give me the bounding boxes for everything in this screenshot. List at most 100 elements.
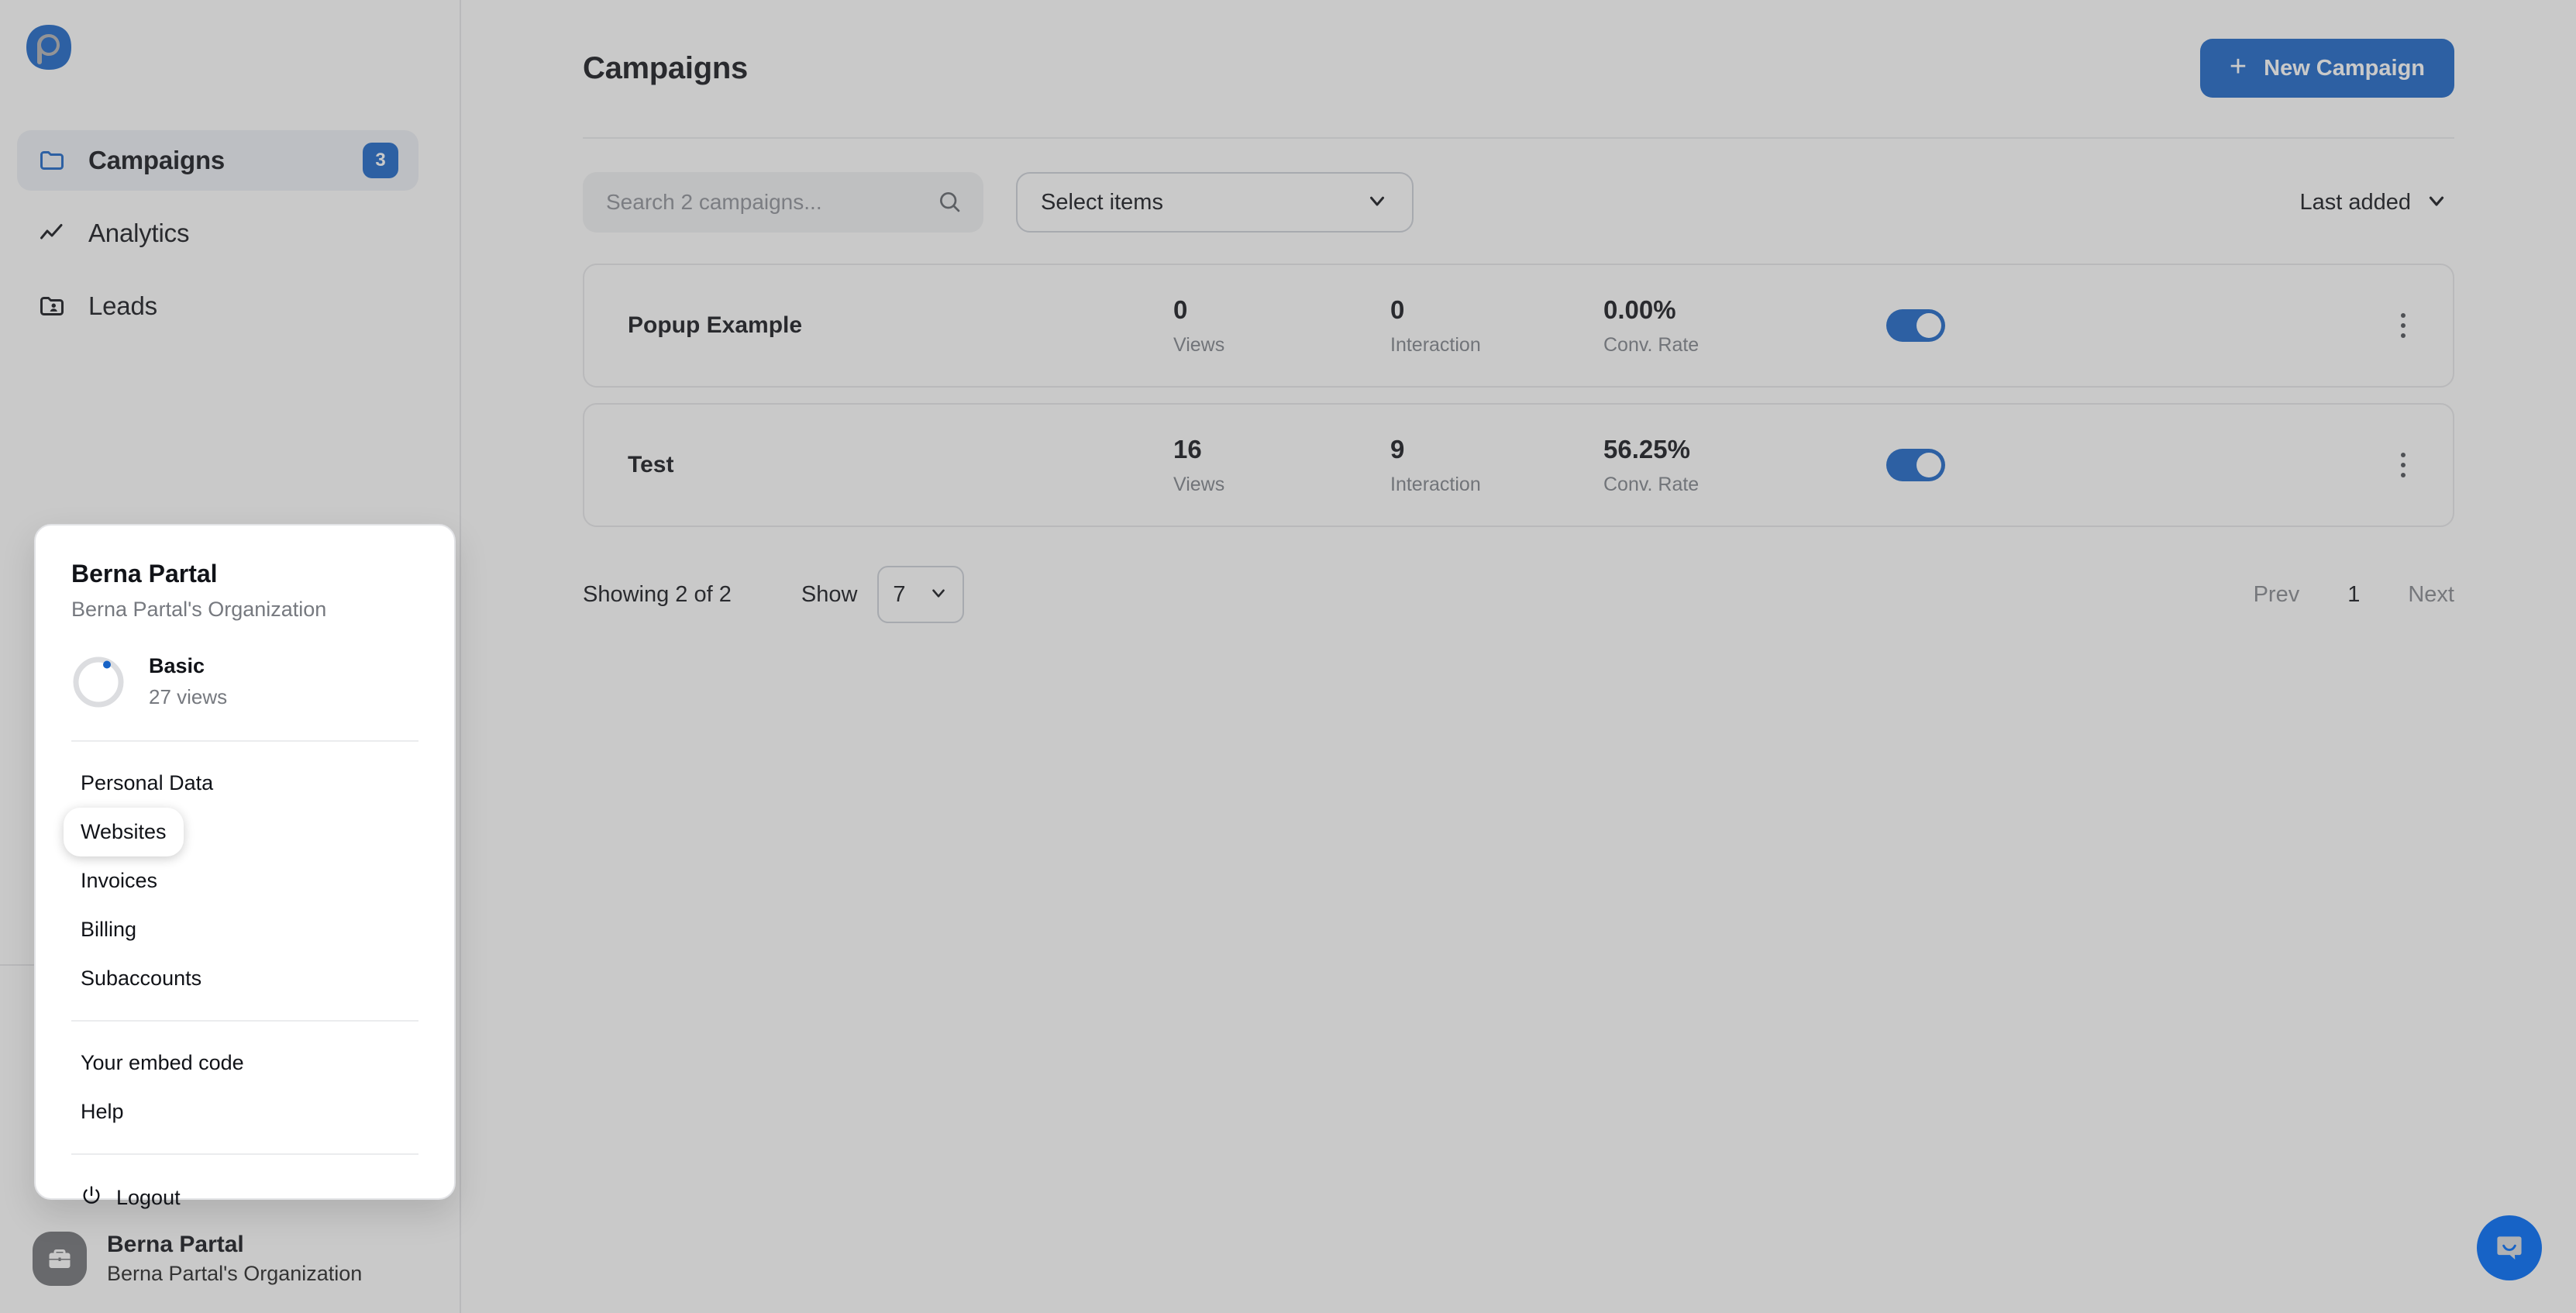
metric-label: Views	[1173, 473, 1225, 495]
briefcase-icon	[33, 1232, 87, 1286]
new-campaign-label: New Campaign	[2264, 55, 2425, 81]
table-row[interactable]: Popup Example 0 Views 0 Interaction 0.00…	[583, 264, 2454, 388]
folder-icon	[37, 146, 67, 175]
kebab-menu-icon[interactable]	[2385, 307, 2422, 344]
plan-name: Basic	[149, 654, 205, 677]
table-row[interactable]: Test 16 Views 9 Interaction 56.25% Conv.…	[583, 403, 2454, 527]
app-logo-icon[interactable]	[25, 23, 73, 71]
user-menu-plan: Basic 27 views	[71, 654, 418, 709]
next-page-button[interactable]: Next	[2408, 582, 2454, 608]
page-size-select[interactable]: 7	[877, 566, 965, 623]
menu-item-websites[interactable]: Websites	[64, 808, 184, 856]
page-header: Campaigns + New Campaign	[583, 39, 2454, 98]
metric-label: Conv. Rate	[1603, 473, 1700, 495]
user-menu-group-two: Your embed code Help	[71, 1022, 418, 1136]
page-size-value: 7	[893, 581, 906, 607]
metric-value: 9	[1390, 434, 1405, 464]
showing-count: Showing 2 of 2	[583, 581, 732, 607]
campaign-list: Popup Example 0 Views 0 Interaction 0.00…	[583, 264, 2454, 543]
menu-row: Websites	[64, 808, 418, 856]
campaign-name: Test	[628, 452, 674, 477]
sort-dropdown[interactable]: Last added	[2299, 189, 2454, 216]
user-menu-group-one: Personal Data Websites Invoices Billing …	[64, 742, 418, 1003]
show-label: Show	[801, 581, 858, 607]
page-number[interactable]: 1	[2347, 582, 2360, 608]
chevron-down-icon	[1365, 189, 1389, 216]
power-icon	[81, 1184, 102, 1211]
menu-item-logout-label: Logout	[116, 1186, 181, 1209]
metric-value: 0	[1390, 295, 1405, 324]
sidebar-item-analytics[interactable]: Analytics	[17, 203, 418, 264]
menu-item-subaccounts[interactable]: Subaccounts	[71, 954, 211, 1003]
user-menu-name: Berna Partal	[71, 560, 218, 588]
search-input[interactable]	[606, 190, 960, 215]
metric-label: Conv. Rate	[1603, 333, 1700, 356]
menu-item-billing[interactable]: Billing	[71, 905, 146, 954]
main-content: Campaigns + New Campaign Select items	[461, 0, 2576, 1313]
sidebar-item-label: Campaigns	[88, 146, 226, 174]
folder-user-icon	[37, 291, 67, 321]
sidebar-item-label: Analytics	[88, 219, 190, 247]
account-name: Berna Partal	[107, 1232, 244, 1257]
user-menu-logout-group: Logout	[71, 1155, 418, 1224]
sidebar-badge-campaigns: 3	[363, 143, 398, 178]
menu-row: Invoices	[71, 856, 418, 905]
metric-value: 16	[1173, 434, 1202, 464]
pager: Prev 1 Next	[2254, 582, 2454, 608]
menu-row: Personal Data	[71, 759, 418, 808]
sidebar-nav: Campaigns 3 Analytics Leads	[17, 130, 418, 349]
sort-label: Last added	[2299, 189, 2411, 215]
menu-row: Subaccounts	[71, 954, 418, 1003]
menu-row: Logout	[71, 1172, 418, 1224]
metric-label: Views	[1173, 333, 1225, 356]
menu-item-embed-code[interactable]: Your embed code	[71, 1039, 253, 1087]
metric-views: 16 Views	[1173, 435, 1224, 496]
pagination-footer: Showing 2 of 2 Show 7 Prev 1 Next	[583, 566, 2454, 623]
search-box[interactable]	[583, 172, 983, 233]
chat-bubble-icon[interactable]	[2477, 1215, 2542, 1280]
select-items-dropdown[interactable]: Select items	[1016, 172, 1414, 233]
metric-conversion: 56.25% Conv. Rate	[1603, 435, 1699, 496]
menu-row: Your embed code	[71, 1039, 418, 1087]
metric-value: 0	[1173, 295, 1188, 324]
page-title: Campaigns	[583, 50, 748, 85]
metric-interaction: 0 Interaction	[1390, 295, 1481, 357]
metric-label: Interaction	[1390, 333, 1481, 356]
chevron-down-icon	[2425, 189, 2448, 216]
campaign-status-toggle[interactable]	[1886, 309, 1945, 342]
menu-row: Help	[71, 1087, 418, 1136]
campaign-name: Popup Example	[628, 312, 803, 338]
metric-value: 0.00%	[1603, 295, 1676, 324]
user-menu-plan-texts: Basic 27 views	[149, 654, 227, 709]
campaign-status-toggle[interactable]	[1886, 449, 1945, 481]
search-icon[interactable]	[937, 189, 962, 218]
plus-icon: +	[2229, 50, 2247, 83]
user-menu-popup: Berna Partal Berna Partal's Organization…	[34, 524, 456, 1209]
user-menu-organization: Berna Partal's Organization	[71, 598, 327, 621]
metric-views: 0 Views	[1173, 295, 1224, 357]
sidebar-item-leads[interactable]: Leads	[17, 276, 418, 336]
metric-conversion: 0.00% Conv. Rate	[1603, 295, 1699, 357]
metric-value: 56.25%	[1603, 434, 1690, 464]
app-root: Campaigns 3 Analytics Leads Berna Partal…	[0, 0, 2576, 1313]
header-divider	[583, 137, 2454, 139]
menu-item-help[interactable]: Help	[71, 1087, 133, 1136]
account-organization: Berna Partal's Organization	[107, 1262, 363, 1285]
select-items-label: Select items	[1041, 189, 1163, 215]
progress-ring-icon	[71, 655, 126, 709]
kebab-menu-icon[interactable]	[2385, 446, 2422, 484]
menu-item-invoices[interactable]: Invoices	[71, 856, 167, 905]
metric-label: Interaction	[1390, 473, 1481, 495]
sidebar-item-campaigns[interactable]: Campaigns 3	[17, 130, 418, 191]
new-campaign-button[interactable]: + New Campaign	[2199, 39, 2454, 98]
metric-interaction: 9 Interaction	[1390, 435, 1481, 496]
toggle-knob	[1917, 313, 1941, 338]
chevron-down-icon	[928, 583, 949, 607]
campaign-toolbar: Select items Last added	[583, 172, 2454, 233]
menu-item-logout[interactable]: Logout	[71, 1172, 190, 1224]
sidebar-item-label: Leads	[88, 291, 157, 320]
menu-item-personal-data[interactable]: Personal Data	[71, 759, 222, 808]
plan-usage: 27 views	[149, 685, 228, 708]
prev-page-button[interactable]: Prev	[2254, 582, 2300, 608]
line-chart-icon	[37, 219, 67, 248]
